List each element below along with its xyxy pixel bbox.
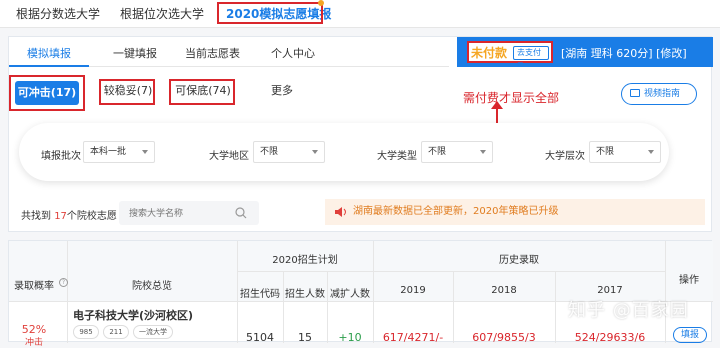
result-count: 共找到 17个院校志愿	[21, 207, 117, 222]
row-code: 5104	[246, 331, 274, 344]
top-nav: 根据分数选大学 根据位次选大学 2020模拟志愿填报	[0, 0, 720, 28]
region-select-value: 不限	[260, 147, 279, 157]
tab-current-list[interactable]: 当前志愿表	[185, 45, 240, 61]
tab-simulate[interactable]: 模拟填报	[27, 45, 71, 61]
batch-select[interactable]: 本科一批	[83, 141, 155, 163]
row-2019: 617/4271/-	[382, 331, 444, 344]
filter-label-region: 大学地区	[209, 151, 249, 162]
highlight-box	[99, 79, 155, 105]
chevron-down-icon	[142, 150, 148, 154]
header-operation: 操作	[679, 275, 699, 286]
profile-info[interactable]: [湖南 理科 620分] [修改]	[561, 45, 687, 61]
chevron-down-icon	[648, 150, 654, 154]
filter-more-label: 更多	[271, 84, 293, 97]
watermark: 知乎 @百家园	[568, 300, 689, 321]
row-school-name[interactable]: 电子科技大学(沙河校区)	[73, 307, 193, 323]
speaker-icon	[335, 207, 346, 217]
video-guide-label: 视频指南	[644, 89, 681, 99]
header-code: 招生代码	[240, 289, 280, 300]
result-count-suffix: 个院校志愿	[66, 211, 117, 222]
unpaid-label: 未付款	[471, 46, 508, 60]
tag-211: 211	[103, 325, 129, 339]
header-school-overview: 院校总览	[132, 281, 172, 292]
nav-by-score[interactable]: 根据分数选大学	[16, 5, 100, 22]
divider	[237, 271, 665, 272]
update-notice: 湖南最新数据已全部更新，2020年策略已升级	[325, 199, 705, 225]
chevron-down-icon	[480, 150, 486, 154]
highlight-box	[217, 2, 323, 24]
apply-button[interactable]: 填报	[673, 327, 707, 343]
header-enrollment-plan: 2020招生计划	[272, 255, 338, 266]
update-notice-text: 湖南最新数据已全部更新，2020年策略已升级	[353, 206, 559, 217]
filter-more-button[interactable]: 更多	[267, 81, 297, 105]
header-count: 招生人数	[285, 289, 325, 300]
active-tab-indicator	[9, 65, 89, 67]
row-2018: 607/9855/3	[472, 331, 536, 344]
level-select-value: 不限	[596, 147, 615, 157]
school-table: 录取概率 ? 院校总览 2020招生计划 历史录取 操作 招生代码 招生人数 减…	[8, 240, 713, 348]
header-2019: 2019	[400, 285, 426, 296]
row-2017: 524/29633/6	[574, 331, 646, 344]
pay-button[interactable]: 去支付 ⊏	[513, 46, 549, 69]
search-icon[interactable]	[235, 207, 247, 219]
divider	[665, 241, 666, 343]
filter-label-batch: 填报批次	[41, 151, 81, 162]
header-history: 历史录取	[499, 255, 539, 266]
result-count-prefix: 共找到	[21, 211, 51, 222]
tag-double-first-class: 一流大学	[133, 325, 173, 339]
video-guide-button[interactable]: 视频指南	[621, 83, 697, 105]
batch-select-value: 本科一批	[90, 147, 127, 157]
nav-by-rank[interactable]: 根据位次选大学	[120, 5, 204, 22]
annotation-text: 需付费才显示全部	[463, 91, 560, 105]
region-select[interactable]: 不限	[253, 141, 325, 163]
filter-panel: 填报批次 本科一批 大学地区 不限 大学类型 不限 大学层次 不限	[19, 123, 669, 181]
video-icon	[630, 89, 640, 97]
filter-label-level: 大学层次	[545, 151, 585, 162]
tab-one-click[interactable]: 一键填报	[113, 45, 157, 61]
type-select[interactable]: 不限	[421, 141, 493, 163]
header-delta: 减扩人数	[330, 289, 370, 300]
tab-personal-center[interactable]: 个人中心	[271, 45, 315, 61]
divider	[67, 241, 68, 343]
tag-985: 985	[73, 325, 99, 339]
filter-label-type: 大学类型	[377, 151, 417, 162]
header-admission-probability: 录取概率	[14, 281, 54, 292]
highlight-box	[9, 75, 85, 111]
new-dot-icon	[318, 0, 324, 6]
type-select-value: 不限	[428, 147, 447, 157]
highlight-box	[169, 79, 235, 105]
account-status-bar: 未付款 去支付 ⊏ [湖南 理科 620分] [修改]	[457, 37, 713, 69]
tab-bar: 模拟填报 一键填报 当前志愿表 个人中心	[9, 37, 449, 67]
result-count-number: 17	[54, 211, 67, 222]
level-select[interactable]: 不限	[589, 141, 661, 163]
header-2018: 2018	[491, 285, 517, 296]
header-2017: 2017	[597, 285, 623, 296]
row-count: 15	[298, 331, 312, 344]
pay-button-label: 去支付	[517, 48, 541, 57]
chevron-down-icon	[312, 150, 318, 154]
filter-card: 模拟填报 一键填报 当前志愿表 个人中心 未付款 去支付 ⊏ [湖南 理科 62…	[8, 36, 713, 232]
unpaid-box: 未付款 去支付 ⊏	[467, 41, 553, 69]
row-delta: +10	[338, 331, 362, 344]
